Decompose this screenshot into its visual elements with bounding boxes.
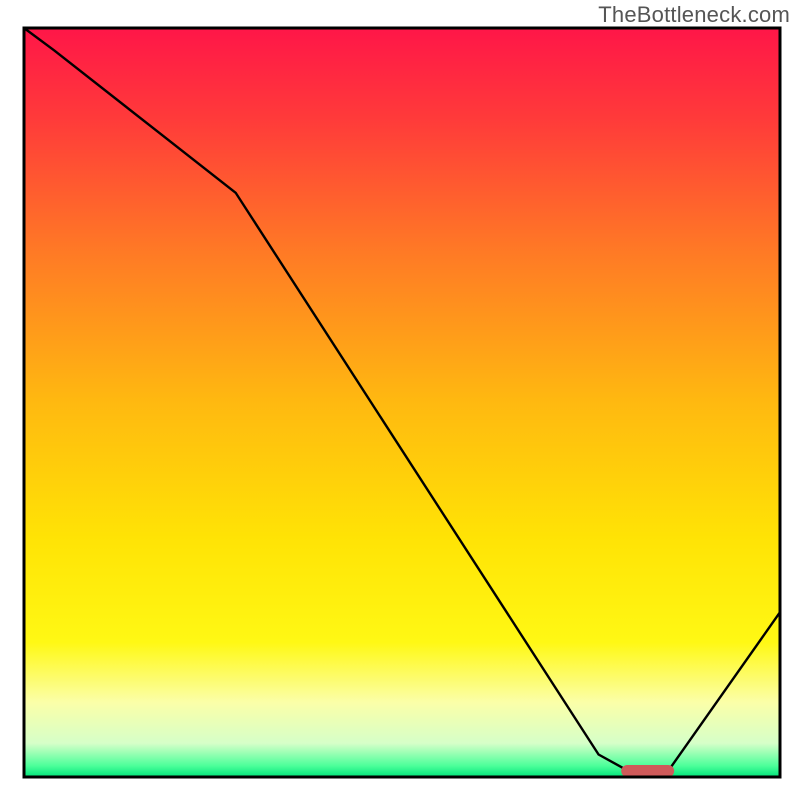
gradient-background xyxy=(24,28,780,777)
sweet-spot-marker xyxy=(621,765,674,777)
chart-svg xyxy=(0,0,800,800)
bottleneck-chart: TheBottleneck.com xyxy=(0,0,800,800)
